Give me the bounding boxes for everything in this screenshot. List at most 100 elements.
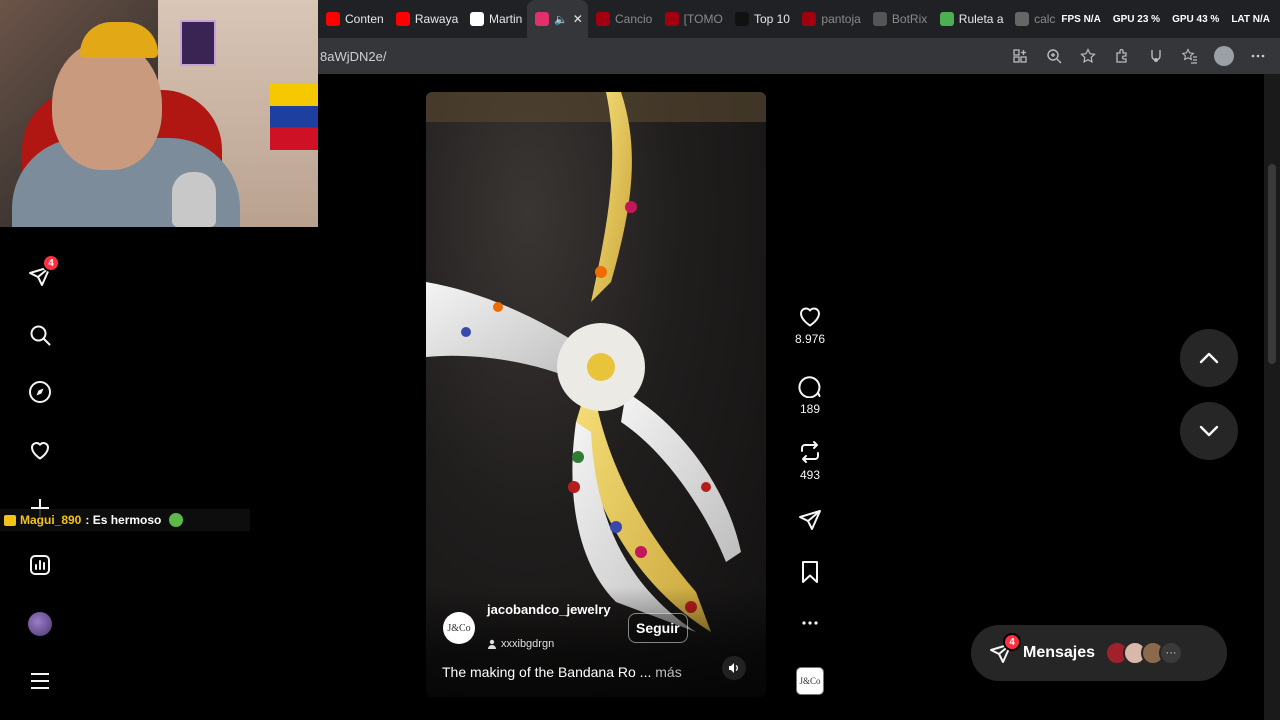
chat-username: Magui_890: [20, 513, 82, 527]
browser-tab[interactable]: Top 10: [727, 0, 794, 38]
perf-stat: LAT N/A: [1231, 13, 1271, 25]
owner-audio-text: xxxibgdrgn: [501, 638, 555, 650]
address-bar: 8aWjDN2e/: [318, 38, 1280, 74]
nav-dashboard[interactable]: [24, 549, 56, 581]
audio-thumbnail[interactable]: J&Co: [796, 667, 824, 695]
zoom-icon[interactable]: [1042, 44, 1066, 68]
performance-overlay: FPS N/A GPU 23 % GPU 43 % LAT N/A: [1061, 14, 1280, 25]
tab-label: Conten: [345, 12, 384, 26]
browser-tab[interactable]: Ruleta a: [932, 0, 1007, 38]
owner-audio[interactable]: xxxibgdrgn: [487, 638, 554, 650]
nav-search[interactable]: [24, 319, 56, 351]
more-dots-icon: [802, 621, 818, 625]
repost-icon: [801, 441, 819, 463]
browser-essentials-icon[interactable]: [1144, 44, 1168, 68]
webcam-flag: [270, 84, 318, 150]
tab-favicon-icon: [595, 12, 610, 26]
more-options-icon[interactable]: [1246, 44, 1270, 68]
nav-notifications[interactable]: [24, 434, 56, 466]
tab-favicon-icon: [939, 12, 954, 26]
left-navigation: 4: [0, 227, 80, 720]
url-text[interactable]: 8aWjDN2e/: [318, 49, 386, 64]
comment-action[interactable]: 189: [790, 374, 830, 416]
caption-more-link[interactable]: más: [655, 664, 681, 680]
heart-icon: [31, 442, 49, 460]
page-scrollbar[interactable]: [1264, 74, 1280, 720]
speaker-icon: [729, 663, 738, 673]
nav-more[interactable]: [24, 665, 56, 697]
previous-reel-button[interactable]: [1180, 329, 1238, 387]
share-action[interactable]: [790, 508, 830, 532]
browser-tab[interactable]: pantoja: [794, 0, 865, 38]
tab-favicon-icon: [1015, 12, 1030, 26]
browser-tab[interactable]: [TOMO: [657, 0, 727, 38]
messages-label: Mensajes: [1023, 644, 1096, 661]
chat-emote-icon: [169, 513, 184, 527]
nav-explore[interactable]: [24, 376, 56, 408]
browser-tab[interactable]: calc: [1007, 0, 1061, 38]
like-action[interactable]: 8.976: [790, 304, 830, 346]
browser-tab[interactable]: Conten: [318, 0, 388, 38]
caption-text: The making of the Bandana Ro ...: [442, 664, 652, 680]
tab-favicon-icon: [872, 12, 887, 26]
next-reel-button[interactable]: [1180, 402, 1238, 460]
follow-button[interactable]: Seguir: [628, 613, 688, 643]
tab-close-icon[interactable]: ✕: [573, 12, 583, 26]
search-icon: [30, 325, 51, 346]
browser-tab[interactable]: Martin: [462, 0, 527, 38]
browser-tab[interactable]: Cancio: [588, 0, 657, 38]
favorite-star-icon[interactable]: [1076, 44, 1100, 68]
chat-badge-icon: [4, 514, 16, 526]
screen: Conten Rawaya Martin 🔈 ✕ Cancio [TOMO Top 10 pan…: [0, 0, 1280, 720]
repost-action[interactable]: 493: [790, 440, 830, 482]
more-action[interactable]: [790, 618, 830, 628]
tab-favicon-icon: [326, 12, 340, 26]
bookmark-icon: [802, 561, 818, 583]
tab-favicon-icon: [469, 12, 484, 26]
nav-messages[interactable]: 4: [24, 254, 60, 292]
tab-favicon-icon: [802, 12, 817, 26]
notifications-badge: 4: [42, 254, 60, 272]
comment-icon: [798, 376, 821, 398]
reel-video[interactable]: J&Co jacobandco_jewelry xxxibgdrgn Segui…: [426, 92, 766, 697]
tab-favicon-icon: [395, 12, 410, 26]
scrollbar-thumb[interactable]: [1268, 164, 1276, 364]
save-action[interactable]: [790, 560, 830, 584]
repost-count: 493: [799, 468, 821, 482]
apps-icon[interactable]: [1008, 44, 1032, 68]
extensions-icon[interactable]: [1110, 44, 1134, 68]
heart-icon: [800, 307, 820, 327]
chevron-up-icon: [1199, 352, 1219, 364]
dashboard-icon: [30, 555, 50, 575]
share-icon: [799, 510, 821, 530]
tab-audio-icon[interactable]: 🔈: [554, 13, 568, 26]
messages-button[interactable]: 4 Mensajes ···: [971, 625, 1227, 681]
owner-username[interactable]: jacobandco_jewelry: [487, 602, 617, 618]
browser-tab[interactable]: BotRix: [865, 0, 932, 38]
stream-chat-message: Magui_890 : Es hermoso: [0, 509, 250, 531]
webcam-microphone: [172, 172, 216, 227]
owner-avatar[interactable]: J&Co: [443, 612, 475, 644]
profile-avatar[interactable]: [1212, 44, 1236, 68]
webcam-poster: [180, 20, 216, 66]
sound-toggle[interactable]: [722, 656, 746, 680]
tab-label: pantoja: [821, 12, 861, 26]
perf-stat: GPU 23 %: [1112, 13, 1161, 25]
browser-tab[interactable]: Rawaya: [388, 0, 462, 38]
more-avatars-icon: ···: [1159, 641, 1184, 665]
tab-label: Cancio: [614, 12, 653, 26]
tab-label: Ruleta a: [958, 12, 1004, 26]
tab-label: Top 10: [753, 12, 790, 26]
reel-caption[interactable]: The making of the Bandana Ro ... más: [442, 664, 682, 680]
tab-label: Rawaya: [414, 12, 459, 26]
favorites-list-icon[interactable]: [1178, 44, 1202, 68]
browser-tab[interactable]: 🔈 ✕: [527, 0, 588, 38]
compass-icon: [29, 381, 51, 403]
chat-message-text: : Es hermoso: [85, 513, 162, 527]
chevron-down-icon: [1199, 425, 1219, 437]
nav-profile[interactable]: [24, 608, 56, 640]
tab-favicon-icon: [734, 12, 749, 26]
hamburger-menu-icon: [31, 673, 49, 689]
webcam-person: [52, 40, 162, 170]
tab-label: Martin: [488, 12, 523, 26]
